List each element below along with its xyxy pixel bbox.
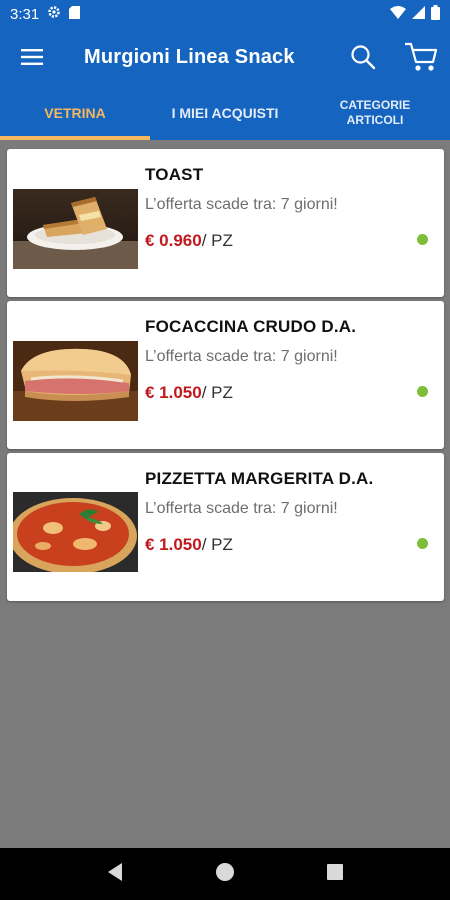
product-name: PIZZETTA MARGERITA D.A. bbox=[145, 469, 374, 488]
product-list: TOAST L’offerta scade tra: 7 giorni! € 0… bbox=[0, 140, 450, 848]
availability-dot bbox=[417, 234, 428, 245]
app-bar: Murgioni Linea Snack bbox=[0, 28, 450, 86]
product-card-toast[interactable]: TOAST L’offerta scade tra: 7 giorni! € 0… bbox=[7, 149, 444, 297]
availability-dot bbox=[417, 538, 428, 549]
recents-icon bbox=[327, 863, 344, 880]
product-price: € 1.050/ PZ bbox=[145, 535, 233, 555]
price-unit: / PZ bbox=[201, 535, 233, 554]
signal-icon bbox=[412, 5, 425, 23]
recents-button[interactable] bbox=[326, 863, 344, 886]
menu-icon bbox=[21, 49, 43, 65]
status-bar: 3:31 bbox=[0, 0, 450, 28]
back-icon bbox=[107, 862, 122, 881]
app-title: Murgioni Linea Snack bbox=[84, 45, 295, 68]
back-button[interactable] bbox=[106, 862, 124, 887]
product-name: FOCACCINA CRUDO D.A. bbox=[145, 317, 357, 336]
tab-label-line1: CATEGORIE bbox=[339, 98, 411, 112]
home-button[interactable] bbox=[215, 862, 235, 887]
product-card-focaccina[interactable]: FOCACCINA CRUDO D.A. L’offerta scade tra… bbox=[7, 301, 444, 449]
system-nav-bar bbox=[0, 848, 450, 900]
search-button[interactable] bbox=[334, 28, 392, 86]
availability-dot bbox=[417, 386, 428, 397]
price-unit: / PZ bbox=[201, 383, 233, 402]
offer-text: L’offerta scade tra: 7 giorni! bbox=[145, 196, 338, 213]
tab-miei-acquisti[interactable]: I MIEI ACQUISTI bbox=[150, 86, 300, 140]
tab-label: I MIEI ACQUISTI bbox=[171, 105, 279, 121]
cart-icon bbox=[405, 42, 438, 71]
product-name: TOAST bbox=[145, 165, 204, 184]
product-card-pizzetta[interactable]: PIZZETTA MARGERITA D.A. L’offerta scade … bbox=[7, 453, 444, 601]
price-unit: / PZ bbox=[201, 231, 233, 250]
product-image-focaccina bbox=[13, 341, 138, 421]
settings-icon bbox=[47, 5, 61, 23]
tab-label-line2: ARTICOLI bbox=[346, 113, 404, 127]
product-image-toast bbox=[13, 189, 138, 269]
price-value: € 0.960 bbox=[145, 231, 202, 250]
cart-button[interactable] bbox=[392, 28, 450, 86]
tab-label: VETRINA bbox=[44, 105, 106, 121]
search-icon bbox=[351, 45, 376, 70]
offer-text: L’offerta scade tra: 7 giorni! bbox=[145, 348, 338, 365]
home-icon bbox=[215, 862, 234, 881]
price-value: € 1.050 bbox=[145, 535, 202, 554]
product-price: € 1.050/ PZ bbox=[145, 383, 233, 403]
battery-icon bbox=[431, 4, 440, 24]
sd-card-icon bbox=[69, 5, 81, 23]
status-time: 3:31 bbox=[10, 5, 40, 23]
tab-categorie-articoli[interactable]: CATEGORIE ARTICOLI bbox=[300, 86, 450, 140]
product-price: € 0.960/ PZ bbox=[145, 231, 233, 251]
tab-vetrina[interactable]: VETRINA bbox=[0, 86, 150, 140]
menu-button[interactable] bbox=[0, 28, 64, 86]
offer-text: L’offerta scade tra: 7 giorni! bbox=[145, 500, 338, 517]
product-image-pizzetta bbox=[13, 492, 138, 572]
price-value: € 1.050 bbox=[145, 383, 202, 402]
wifi-icon bbox=[390, 5, 406, 23]
tab-bar: VETRINA I MIEI ACQUISTI CATEGORIE ARTICO… bbox=[0, 86, 450, 140]
